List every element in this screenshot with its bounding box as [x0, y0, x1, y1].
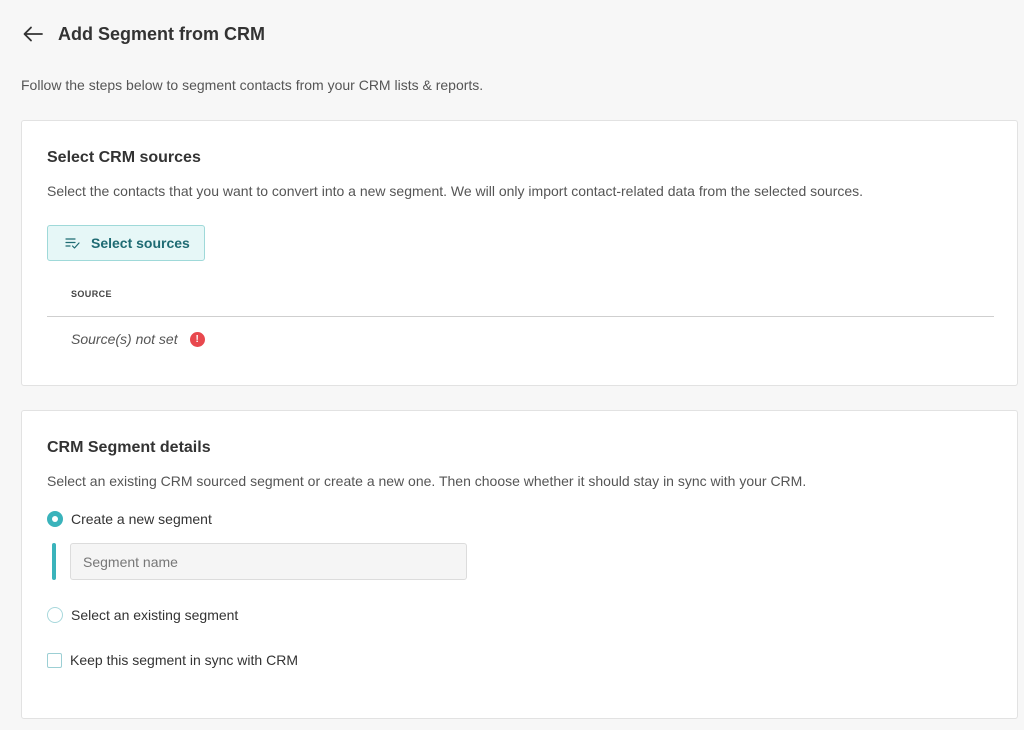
select-sources-button[interactable]: Select sources — [47, 225, 205, 261]
create-new-segment-label: Create a new segment — [71, 511, 212, 527]
crm-segment-details-title: CRM Segment details — [47, 439, 211, 456]
select-sources-label: Select sources — [91, 235, 190, 251]
arrow-left-icon — [23, 26, 43, 42]
source-empty-text: Source(s) not set — [71, 331, 178, 347]
create-new-segment-radio[interactable] — [47, 511, 63, 527]
select-existing-segment-option[interactable]: Select an existing segment — [47, 607, 238, 623]
crm-segment-details-description: Select an existing CRM sourced segment o… — [47, 473, 807, 489]
sync-with-crm-label: Keep this segment in sync with CRM — [70, 652, 298, 668]
source-empty-row: Source(s) not set ! — [71, 331, 205, 347]
segment-name-input[interactable] — [70, 543, 467, 580]
crm-sources-title: Select CRM sources — [47, 149, 201, 166]
crm-sources-description: Select the contacts that you want to con… — [47, 183, 864, 199]
list-check-icon — [65, 238, 80, 249]
crm-segment-details-card: CRM Segment details Select an existing C… — [21, 410, 1018, 719]
page-title: Add Segment from CRM — [58, 23, 265, 44]
error-icon: ! — [189, 331, 205, 347]
crm-sources-card: Select CRM sources Select the contacts t… — [21, 120, 1018, 386]
sync-with-crm-option[interactable]: Keep this segment in sync with CRM — [47, 652, 298, 668]
segment-name-indicator — [52, 543, 56, 580]
sync-with-crm-checkbox[interactable] — [47, 652, 62, 668]
page-intro: Follow the steps below to segment contac… — [21, 77, 484, 93]
table-divider — [47, 316, 994, 317]
select-existing-segment-label: Select an existing segment — [71, 607, 239, 623]
back-button[interactable] — [22, 23, 44, 45]
source-column-header: SOURCE — [71, 289, 112, 299]
select-existing-segment-radio[interactable] — [47, 607, 63, 623]
page-header: Add Segment from CRM — [0, 0, 1024, 70]
create-new-segment-option[interactable]: Create a new segment — [47, 511, 212, 527]
